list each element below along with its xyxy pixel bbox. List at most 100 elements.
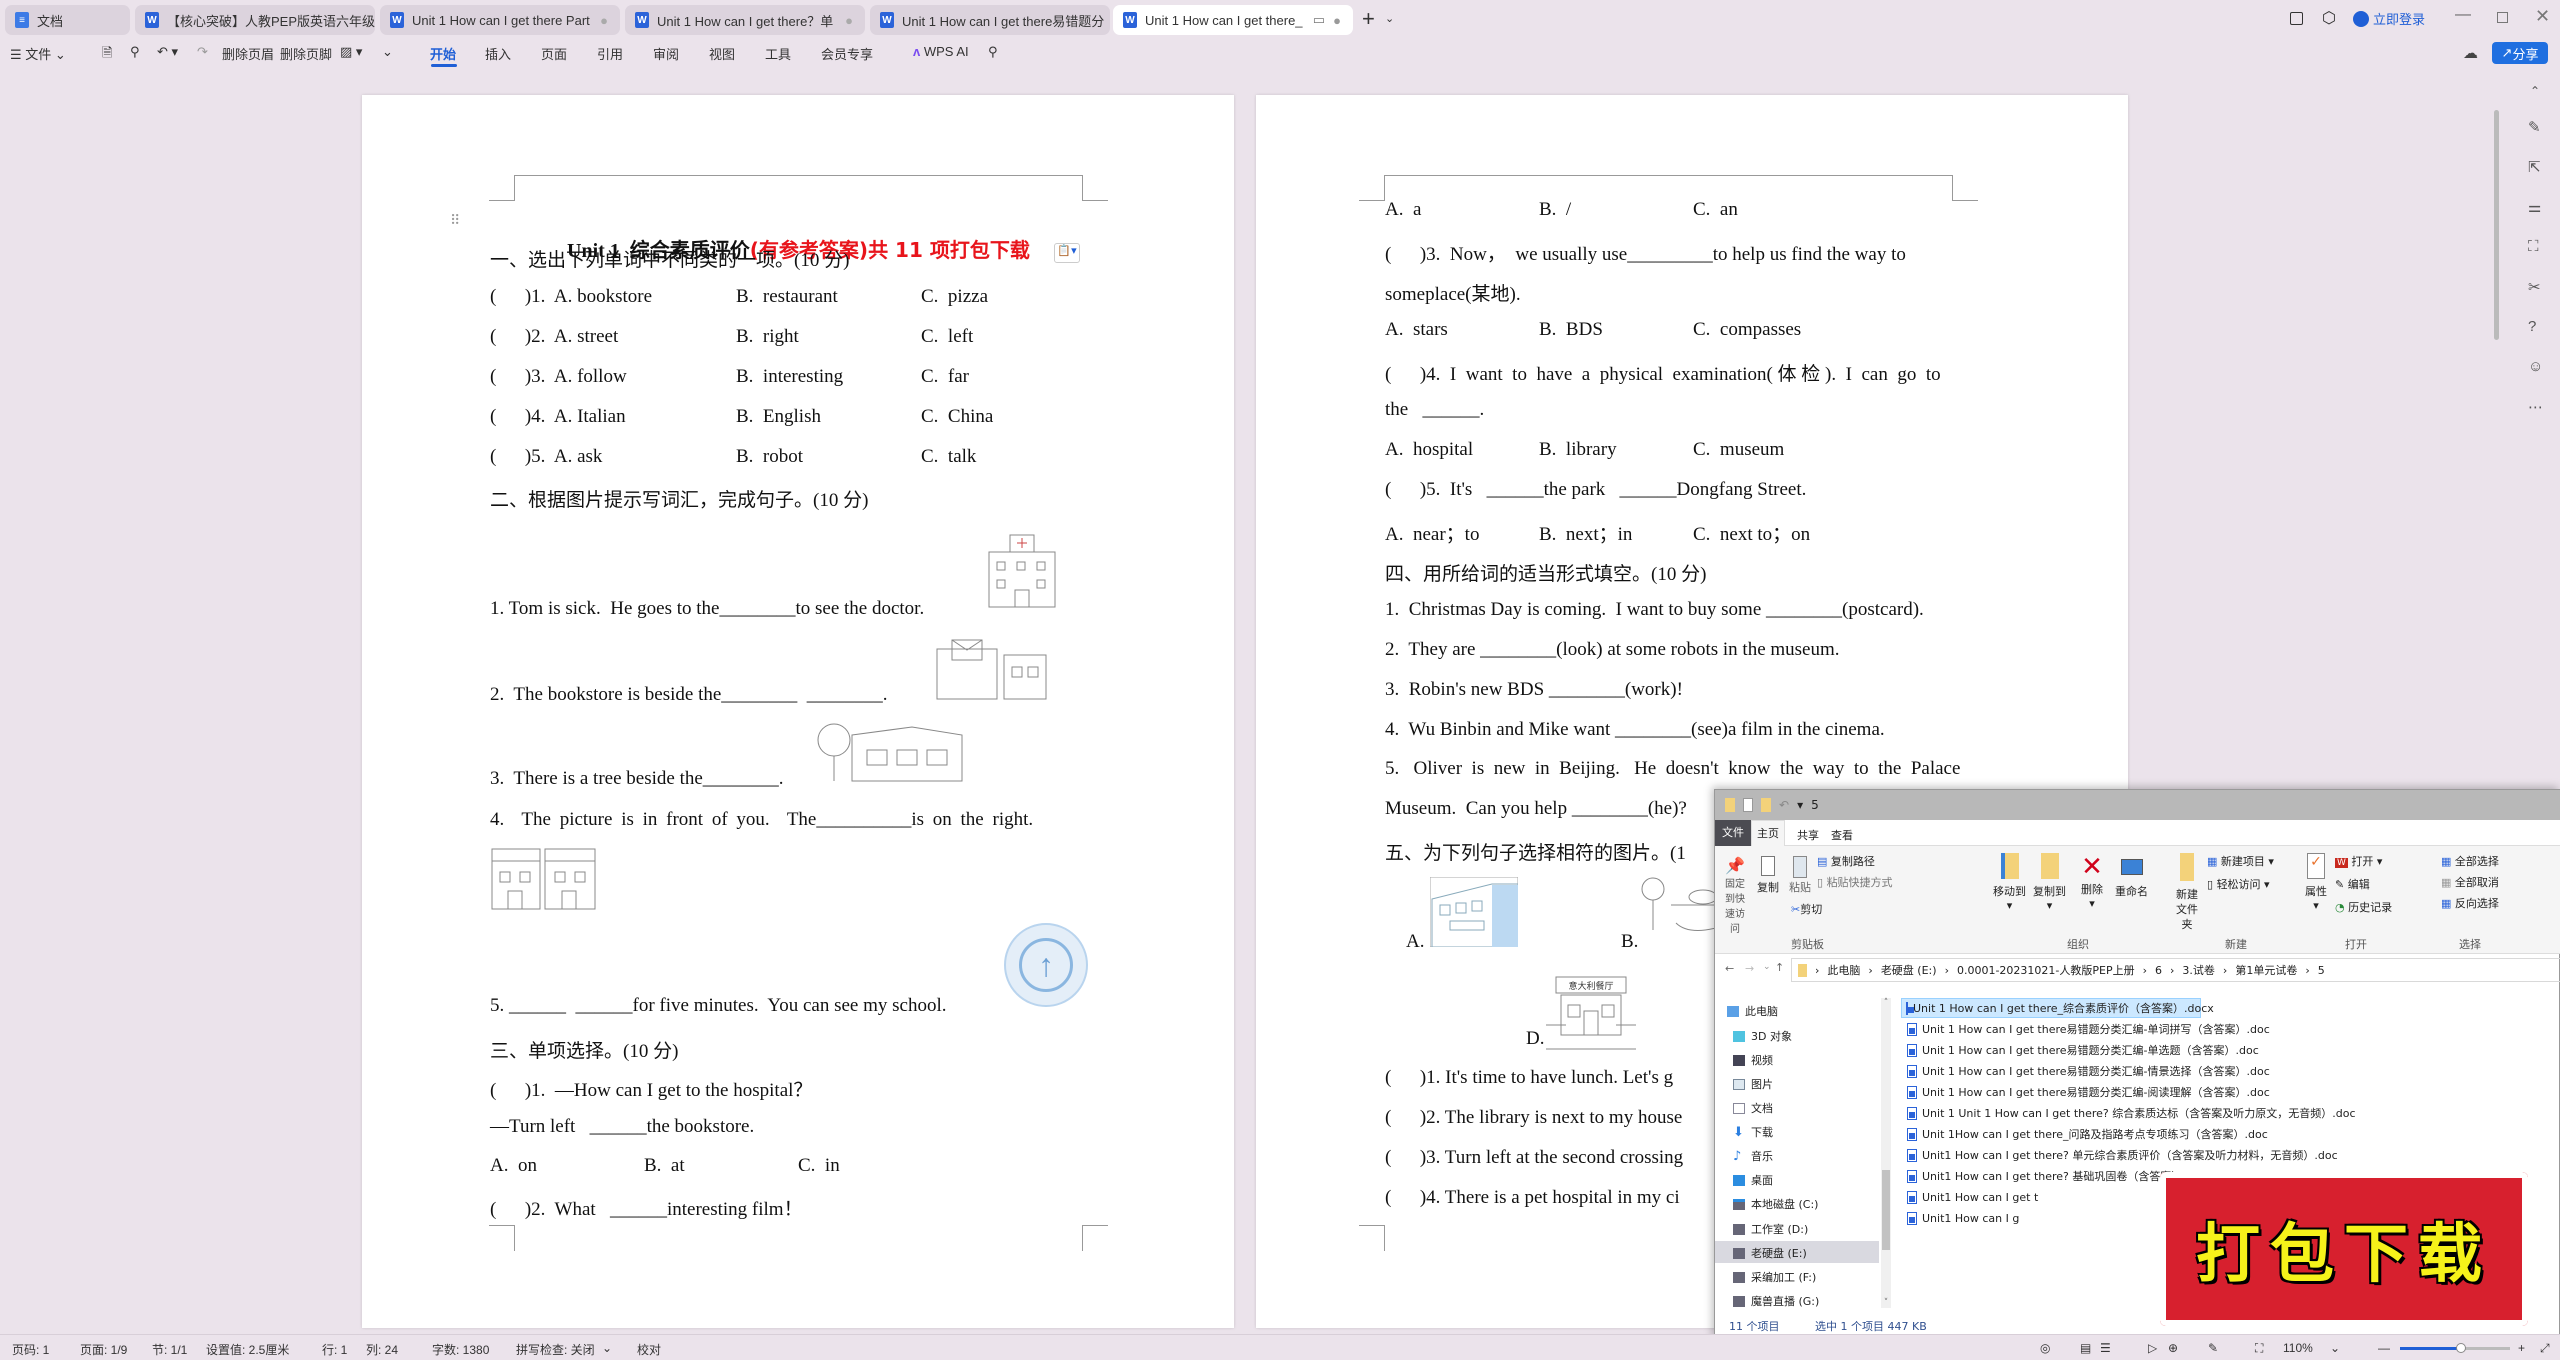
- cut-button[interactable]: ✂剪切: [1791, 901, 1822, 917]
- page-count[interactable]: 页面: 1/9: [80, 1341, 127, 1358]
- nav-item-this-pc[interactable]: 此电脑: [1727, 1003, 1778, 1019]
- edit-button[interactable]: ✎ 编辑: [2335, 876, 2370, 892]
- spell-chevron-icon[interactable]: ⌄: [602, 1341, 612, 1355]
- fullscreen-icon[interactable]: ⤢: [2540, 1341, 2550, 1356]
- address-bar[interactable]: › 此电脑 › 老硬盘 (E:) › 0.0001-20231021-人教版PEP上册…: [1791, 958, 2560, 982]
- nav-item-downloads[interactable]: ⬇ 下载: [1733, 1124, 1773, 1140]
- file-item[interactable]: Unit 1 How can I get there易错题分类汇编-单词拼写（含…: [1903, 1019, 2270, 1039]
- breadcrumb-item[interactable]: 5: [2318, 964, 2325, 977]
- undo-quick-icon[interactable]: ↶: [1779, 798, 1789, 812]
- more-chevron-icon[interactable]: ⌄: [382, 44, 393, 60]
- delete-header-button[interactable]: 删除页眉: [222, 44, 274, 63]
- pin-quick-access-button[interactable]: 📌 固定到快速访问: [1721, 856, 1749, 935]
- menu-membership[interactable]: 会员专享: [821, 44, 873, 63]
- paste-shortcut-button[interactable]: ▯ 粘贴快捷方式: [1817, 874, 1893, 890]
- page-view-icon[interactable]: ▤: [2080, 1341, 2091, 1355]
- customize-quick-access-icon[interactable]: ▾: [1797, 798, 1803, 812]
- properties-button[interactable]: ✓ 属性 ▾: [2305, 853, 2327, 912]
- nav-item-drive-g[interactable]: 魔兽直播 (G:): [1733, 1293, 1819, 1309]
- properties-quick-icon[interactable]: [1743, 798, 1753, 812]
- section-indicator[interactable]: 节: 1/1: [152, 1341, 187, 1358]
- copy-to-button[interactable]: 复制到 ▾: [2033, 853, 2066, 912]
- paste-options-icon[interactable]: 📋▾: [1054, 243, 1080, 263]
- forward-button[interactable]: →: [1745, 962, 1754, 975]
- help-icon[interactable]: ?: [2528, 318, 2536, 335]
- scroll-up-icon[interactable]: ˄: [1881, 998, 1891, 1008]
- file-item[interactable]: Unit1 How can I get t: [1903, 1187, 2038, 1207]
- zoom-chevron-icon[interactable]: ⌄: [2330, 1341, 2340, 1355]
- recent-locations-chevron-icon[interactable]: ⌄: [1763, 962, 1771, 972]
- back-to-top-button[interactable]: ↑: [1004, 923, 1088, 1007]
- select-cursor-icon[interactable]: ⇱: [2528, 158, 2541, 176]
- column-indicator[interactable]: 列: 24: [366, 1341, 398, 1358]
- document-page-left[interactable]: ⠿ Unit 1 综合素质评价(有参考答案)共 11 项打包下载 📋▾ 一、选出…: [362, 95, 1234, 1328]
- scroll-down-icon[interactable]: ˅: [1881, 1298, 1891, 1308]
- new-item-button[interactable]: ▦ 新建项目 ▾: [2207, 853, 2274, 869]
- outline-view-icon[interactable]: ☰: [2100, 1341, 2111, 1355]
- ribbon-tab-file[interactable]: 文件: [1715, 820, 1751, 846]
- nav-item-drive-f[interactable]: 采编加工 (F:): [1733, 1269, 1816, 1285]
- select-all-button[interactable]: ▦ 全部选择: [2441, 853, 2499, 869]
- file-item[interactable]: Unit1 How can I g: [1903, 1208, 2019, 1228]
- menu-insert[interactable]: 插入: [485, 44, 511, 63]
- new-folder-quick-icon[interactable]: [1761, 798, 1771, 812]
- vertical-scrollbar[interactable]: [2494, 110, 2499, 340]
- new-tab-button[interactable]: +: [1362, 6, 1375, 32]
- menu-page[interactable]: 页面: [541, 44, 567, 63]
- tab-docs-home[interactable]: ≡ 文档: [5, 5, 130, 35]
- file-item[interactable]: Unit 1 Unit 1 How can I get there? 综合素质达…: [1903, 1103, 2356, 1123]
- explorer-titlebar[interactable]: ↶ ▾ 5: [1715, 790, 2560, 820]
- redo-icon[interactable]: ↷: [197, 44, 208, 60]
- file-item[interactable]: Unit 1How can I get there_问路及指路考点专项练习（含答…: [1903, 1124, 2268, 1144]
- nav-scrollbar[interactable]: ˄ ˅: [1881, 998, 1891, 1308]
- new-folder-button[interactable]: 新建文件夹: [2175, 853, 2199, 932]
- file-item-selected[interactable]: Unit 1 How can I get there_综合素质评价（含答案）.d…: [1901, 998, 2214, 1018]
- ribbon-tab-share[interactable]: 共享: [1797, 827, 1819, 843]
- ribbon-tab-home[interactable]: 主页: [1751, 820, 1785, 847]
- up-button[interactable]: ↑: [1775, 961, 1784, 974]
- nav-item-documents[interactable]: 文档: [1733, 1100, 1773, 1116]
- word-count[interactable]: 字数: 1380: [432, 1341, 489, 1358]
- zoom-slider[interactable]: [2400, 1343, 2510, 1353]
- copy-button[interactable]: 复制: [1757, 856, 1779, 895]
- nav-item-pictures[interactable]: 图片: [1733, 1076, 1773, 1092]
- move-to-button[interactable]: 移动到 ▾: [1993, 853, 2026, 912]
- breadcrumb-item[interactable]: 3.试卷: [2182, 962, 2215, 978]
- close-window-button[interactable]: ✕: [2535, 6, 2550, 27]
- file-item[interactable]: Unit 1 How can I get there易错题分类汇编-单选题（含答…: [1903, 1040, 2259, 1060]
- nav-item-3d-objects[interactable]: 3D 对象: [1733, 1028, 1792, 1044]
- breadcrumb-item[interactable]: 6: [2155, 964, 2162, 977]
- proofread-button[interactable]: 校对: [637, 1341, 661, 1358]
- back-button[interactable]: ←: [1725, 962, 1734, 975]
- wps-ai-button[interactable]: ʌ WPS AI: [913, 44, 969, 59]
- search-icon[interactable]: ⚲: [988, 44, 998, 60]
- delete-footer-button[interactable]: 删除页脚: [280, 44, 332, 63]
- restore-button[interactable]: [2497, 12, 2508, 23]
- file-item[interactable]: Unit 1 How can I get there易错题分类汇编-阅读理解（含…: [1903, 1082, 2270, 1102]
- translate-icon[interactable]: ⛶: [2528, 238, 2539, 255]
- spell-check-toggle[interactable]: 拼写检查: 关闭: [516, 1341, 595, 1358]
- file-item[interactable]: Unit 1 How can I get there易错题分类汇编-情景选择（含…: [1903, 1061, 2270, 1081]
- tab-document[interactable]: W 【核心突破】人教PEP版英语六年级上: [135, 5, 375, 35]
- scroll-thumb[interactable]: [1882, 1170, 1890, 1250]
- nav-item-drive-d[interactable]: 工作室 (D:): [1733, 1221, 1808, 1237]
- page-number[interactable]: 页码: 1: [12, 1341, 49, 1358]
- breadcrumb-item[interactable]: 老硬盘 (E:): [1881, 962, 1937, 978]
- undo-icon[interactable]: ↶ ▾: [157, 44, 178, 60]
- zoom-in-button[interactable]: +: [2518, 1341, 2525, 1355]
- menu-references[interactable]: 引用: [597, 44, 623, 63]
- file-menu[interactable]: ☰ 文件 ⌄: [10, 44, 66, 63]
- page-border-icon[interactable]: ▨ ▾: [340, 44, 362, 60]
- save-icon[interactable]: 🗎: [102, 44, 112, 66]
- row-indicator[interactable]: 行: 1: [322, 1341, 347, 1358]
- fit-page-icon[interactable]: ⛶: [2255, 1341, 2263, 1356]
- web-view-icon[interactable]: ⊕: [2168, 1341, 2178, 1355]
- download-package-stamp[interactable]: 打包下载: [2160, 1172, 2528, 1326]
- ribbon-tab-view[interactable]: 查看: [1831, 827, 1853, 843]
- copy-path-button[interactable]: ▤ 复制路径: [1817, 853, 1875, 869]
- tab-document-active[interactable]: W Unit 1 How can I get there_ ▭ ●: [1113, 5, 1353, 35]
- nav-item-desktop[interactable]: 桌面: [1733, 1172, 1773, 1188]
- more-icon[interactable]: ⋯: [2528, 398, 2543, 416]
- share-button[interactable]: ↗ 分享: [2492, 42, 2548, 64]
- protect-eye-icon[interactable]: ◎: [2040, 1341, 2050, 1355]
